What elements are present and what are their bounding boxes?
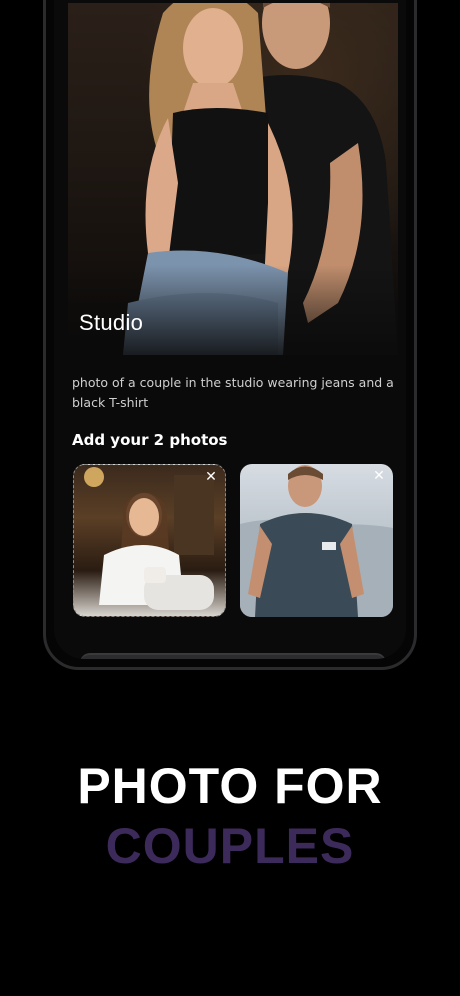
close-icon[interactable]: ✕ <box>371 468 387 484</box>
uploaded-photo-2[interactable]: ✕ <box>240 464 393 617</box>
promo-headline-line1: PHOTO FOR <box>77 758 383 814</box>
app-store-screenshot: Studio photo of a couple in the studio w… <box>0 0 460 996</box>
uploaded-photo-1[interactable]: ✕ <box>73 464 226 617</box>
bottom-sheet-handle <box>80 653 386 659</box>
phone-screen: Studio photo of a couple in the studio w… <box>54 0 406 659</box>
upload-section-title: Add your 2 photos <box>72 431 228 449</box>
woman-photo-thumbnail <box>84 467 214 610</box>
man-photo-thumbnail <box>240 465 393 617</box>
close-icon[interactable]: ✕ <box>203 469 219 485</box>
promo-headline-line2: COUPLES <box>105 818 355 874</box>
style-description: photo of a couple in the studio wearing … <box>72 375 394 410</box>
style-title: Studio <box>79 310 144 335</box>
style-preview-image[interactable]: Studio <box>68 3 398 355</box>
phone-frame: Studio photo of a couple in the studio w… <box>43 0 417 670</box>
